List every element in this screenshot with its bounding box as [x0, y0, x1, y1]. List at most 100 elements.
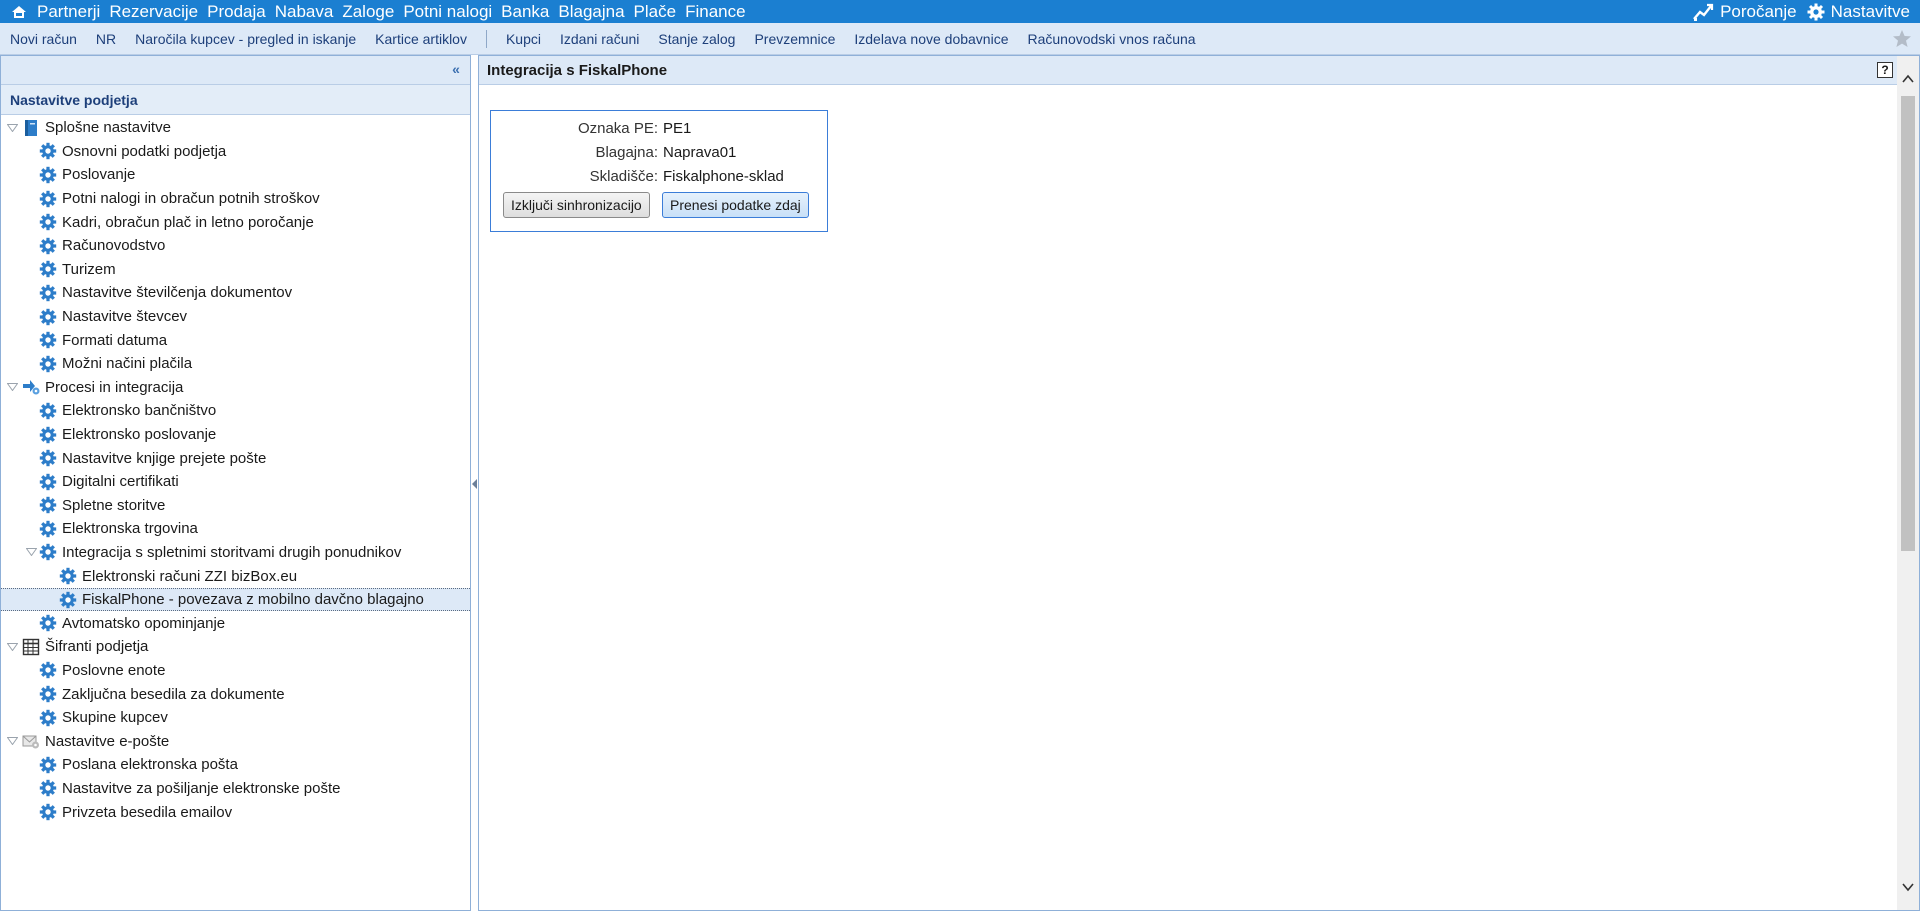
email-settings-icon: [22, 732, 40, 750]
page-title: Integracija s FiskalPhone: [487, 61, 668, 79]
settings-label: Nastavitve: [1830, 1, 1910, 21]
tree-item-poslovanje[interactable]: Poslovanje: [1, 163, 470, 187]
expand-toggle-icon[interactable]: [6, 122, 18, 134]
tree-item-elektronsko-poslovanje[interactable]: Elektronsko poslovanje: [1, 423, 470, 447]
gear-icon: [39, 496, 57, 514]
menu-item-place[interactable]: Plače: [634, 2, 677, 22]
tree-item-potni-nalogi-in-obracun-potnih-stroskov[interactable]: Potni nalogi in obračun potnih stroškov: [1, 187, 470, 211]
gear-icon: [39, 520, 57, 538]
menu-item-potni-nalogi[interactable]: Potni nalogi: [403, 2, 492, 22]
help-icon[interactable]: ?: [1877, 62, 1893, 78]
tree-item-digitalni-certifikati[interactable]: Digitalni certifikati: [1, 470, 470, 494]
tree-item-zakljucna-besedila-za-dokumente[interactable]: Zaključna besedila za dokumente: [1, 682, 470, 706]
tree-item-fiskalphone-povezava-z-mobilno-davcno-blagajno[interactable]: FiskalPhone - povezava z mobilno davčno …: [1, 587, 470, 612]
quick-links-toolbar: Novi račun NR Naročila kupcev - pregled in…: [0, 23, 1920, 55]
gear-icon: [39, 685, 57, 703]
tree-item-label: Skupine kupcev: [62, 709, 168, 727]
toolbar-link-kartice-artiklov[interactable]: Kartice artiklov: [375, 31, 467, 47]
tree-item-elektronski-racuni-zzi-bizbox-eu[interactable]: Elektronski računi ZZI bizBox.eu: [1, 564, 470, 588]
scrollbar-thumb[interactable]: [1901, 96, 1915, 551]
warehouse-value: Fiskalphone-sklad: [663, 168, 784, 185]
tree-item-label: Nastavitve knjige prejete pošte: [62, 449, 267, 467]
tree-item-poslana-elektronska-posta[interactable]: Poslana elektronska pošta: [1, 753, 470, 777]
menu-item-blagajna[interactable]: Blagajna: [558, 2, 624, 22]
tree-item-mozni-nacini-placila[interactable]: Možni načini plačila: [1, 352, 470, 376]
expand-toggle-icon[interactable]: [6, 735, 18, 747]
tree-item-elektronska-trgovina[interactable]: Elektronska trgovina: [1, 517, 470, 541]
tree-item-label: Integracija s spletnimi storitvami drugi…: [62, 543, 402, 561]
toolbar-link-narocila-kupcev-pregled-in-iskanje[interactable]: Naročila kupcev - pregled in iskanje: [135, 31, 356, 47]
tree-item-label: Digitalni certifikati: [62, 473, 179, 491]
expand-toggle-icon[interactable]: [25, 546, 37, 558]
tree-item-poslovne-enote[interactable]: Poslovne enote: [1, 659, 470, 683]
tree-item-nastavitve-stevilcenja-dokumentov[interactable]: Nastavitve številčenja dokumentov: [1, 281, 470, 305]
settings-menu[interactable]: Nastavitve: [1807, 2, 1910, 22]
gear-icon: [39, 543, 57, 561]
tree-item-spletne-storitve[interactable]: Spletne storitve: [1, 494, 470, 518]
toolbar-link-racunovodski-vnos-racuna[interactable]: Računovodski vnos računa: [1027, 31, 1195, 47]
tree-item-osnovni-podatki-podjetja[interactable]: Osnovni podatki podjetja: [1, 140, 470, 164]
tree-item-label: Spletne storitve: [62, 496, 166, 514]
tree-item-nastavitve-stevcev[interactable]: Nastavitve števcev: [1, 305, 470, 329]
gear-icon: [39, 142, 57, 160]
collapse-panel-icon[interactable]: «: [448, 62, 464, 78]
favorite-star-icon[interactable]: [1892, 29, 1912, 54]
scroll-down-icon[interactable]: [1901, 880, 1915, 894]
main-menu: Partnerji Rezervacije Prodaja Nabava Zaloge P…: [37, 2, 755, 22]
toolbar-link-kupci[interactable]: Kupci: [506, 31, 541, 47]
transfer-now-button[interactable]: Prenesi podatke zdaj: [662, 192, 809, 218]
toolbar-link-izdelava-nove-dobavnice[interactable]: Izdelava nove dobavnice: [854, 31, 1008, 47]
tree-item-procesi-in-integracija[interactable]: Procesi in integracija: [1, 376, 470, 400]
tree-item-label: Šifranti podjetja: [45, 638, 149, 656]
tree-item-kadri-obracun-plac-in-letno-porocanje[interactable]: Kadri, obračun plač in letno poročanje: [1, 210, 470, 234]
expand-toggle-icon[interactable]: [6, 381, 18, 393]
tree-item-turizem[interactable]: Turizem: [1, 258, 470, 282]
toolbar-link-novi-racun[interactable]: Novi račun: [10, 31, 77, 47]
vertical-scrollbar[interactable]: [1897, 56, 1919, 910]
tree-item-racunovodstvo[interactable]: Računovodstvo: [1, 234, 470, 258]
tree-item-label: Možni načini plačila: [62, 355, 193, 373]
menu-item-nabava[interactable]: Nabava: [275, 2, 334, 22]
tree-item-avtomatsko-opominjanje[interactable]: Avtomatsko opominjanje: [1, 611, 470, 635]
gear-icon: [39, 190, 57, 208]
reporting-menu[interactable]: Poročanje: [1692, 2, 1797, 22]
expand-toggle-icon[interactable]: [6, 641, 18, 653]
menu-item-banka[interactable]: Banka: [501, 2, 549, 22]
menu-item-partnerji[interactable]: Partnerji: [37, 2, 100, 22]
tree-item-nastavitve-za-posiljanje-elektronske-poste[interactable]: Nastavitve za pošiljanje elektronske poš…: [1, 777, 470, 801]
gear-icon: [39, 614, 57, 632]
menu-item-zaloge[interactable]: Zaloge: [342, 2, 394, 22]
gear-icon: [39, 284, 57, 302]
tree-item-formati-datuma[interactable]: Formati datuma: [1, 328, 470, 352]
settings-tree: Splošne nastavitve Osnovni podatki podjet…: [1, 115, 470, 824]
menu-item-rezervacije[interactable]: Rezervacije: [109, 2, 198, 22]
tree-item-skupine-kupcev[interactable]: Skupine kupcev: [1, 706, 470, 730]
home-logo-icon[interactable]: [11, 5, 31, 19]
menu-item-prodaja[interactable]: Prodaja: [207, 2, 266, 22]
toolbar-link-prevzemnice[interactable]: Prevzemnice: [754, 31, 835, 47]
tree-item-label: Potni nalogi in obračun potnih stroškov: [62, 190, 320, 208]
tree-item-sifranti-podjetja[interactable]: Šifranti podjetja: [1, 635, 470, 659]
panel-splitter[interactable]: [471, 55, 478, 911]
tree-item-label: Poslana elektronska pošta: [62, 756, 238, 774]
splitter-arrow-icon[interactable]: [472, 479, 477, 489]
tree-item-elektronsko-bancnistvo[interactable]: Elektronsko bančništvo: [1, 399, 470, 423]
tree-item-label: Zaključna besedila za dokumente: [62, 685, 285, 703]
tree-item-integracija-s-spletnimi-storitvami-drugih-ponudnikov[interactable]: Integracija s spletnimi storitvami drugi…: [1, 541, 470, 565]
toolbar-link-nr[interactable]: NR: [96, 31, 116, 47]
scroll-up-icon[interactable]: [1901, 72, 1915, 86]
disable-sync-button[interactable]: Izključi sinhronizacijo: [503, 192, 650, 218]
warehouse-label: Skladišče:: [589, 168, 658, 185]
tree-item-nastavitve-e-poste[interactable]: Nastavitve e-pošte: [1, 729, 470, 753]
toolbar-link-stanje-zalog[interactable]: Stanje zalog: [658, 31, 735, 47]
tree-item-splosne-nastavitve[interactable]: Splošne nastavitve: [1, 116, 470, 140]
tree-item-privzeta-besedila-emailov[interactable]: Privzeta besedila emailov: [1, 800, 470, 824]
toolbar-link-izdani-racuni[interactable]: Izdani računi: [560, 31, 639, 47]
tree-item-nastavitve-knjige-prejete-poste[interactable]: Nastavitve knjige prejete pošte: [1, 446, 470, 470]
gear-icon: [39, 426, 57, 444]
tree-item-label: Nastavitve za pošiljanje elektronske poš…: [62, 779, 341, 797]
gear-icon: [39, 779, 57, 797]
gear-icon: [39, 237, 57, 255]
pe-value: PE1: [663, 120, 692, 137]
menu-item-finance[interactable]: Finance: [685, 2, 745, 22]
